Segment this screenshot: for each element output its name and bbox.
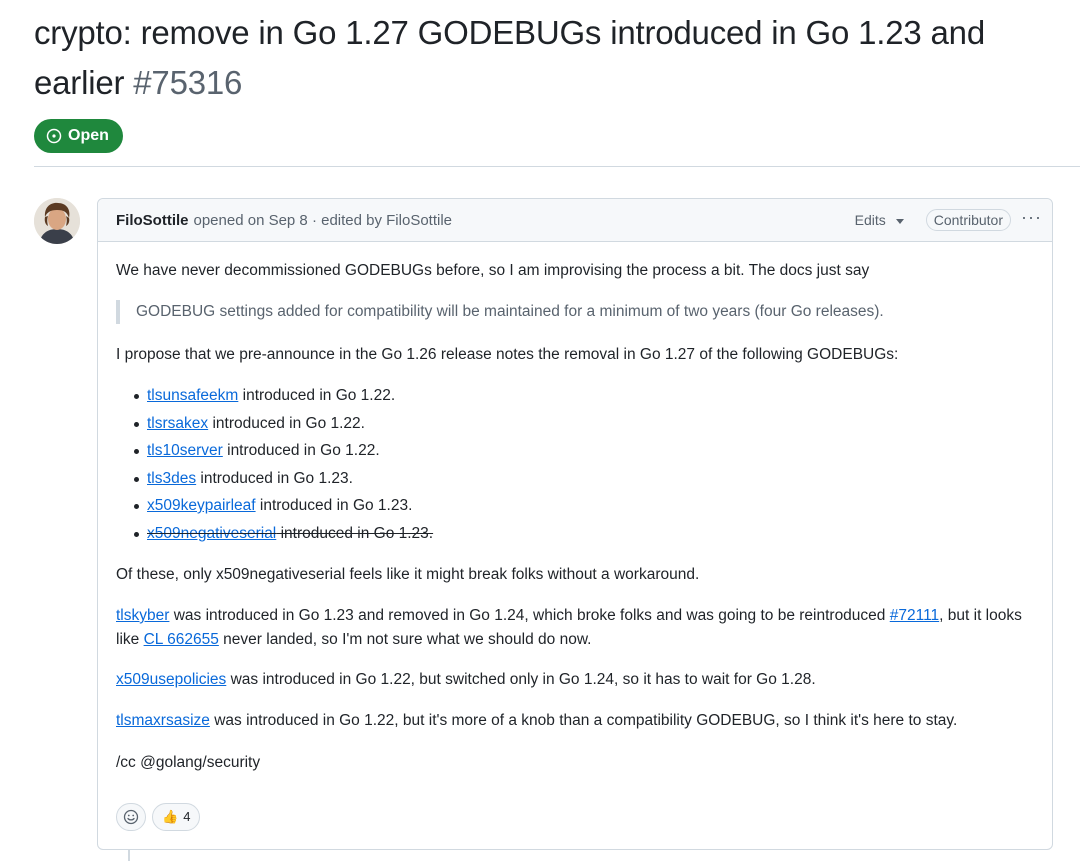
timeline-line: [128, 850, 130, 861]
godebug-link[interactable]: x509keypairleaf: [147, 497, 256, 514]
edits-dropdown[interactable]: Edits: [855, 212, 904, 228]
issue-72111-link[interactable]: #72111: [890, 607, 939, 624]
list-item-text: introduced in Go 1.23.: [255, 497, 413, 514]
list-item: tlsrsakex introduced in Go 1.22.: [116, 412, 433, 440]
list-item-text: introduced in Go 1.22.: [222, 442, 380, 459]
thumbs-up-count: 4: [183, 809, 191, 824]
paragraph-text: was introduced in Go 1.22, but it's more…: [209, 712, 958, 729]
kebab-menu-icon[interactable]: ···: [1021, 208, 1042, 232]
paragraph-text: was introduced in Go 1.22, but switched …: [226, 671, 816, 688]
godebug-link[interactable]: x509negativeserial: [147, 525, 276, 542]
godebug-link[interactable]: tlsrsakex: [147, 415, 208, 432]
paragraph-intro: We have never decommissioned GODEBUGs be…: [116, 262, 870, 279]
paragraph-text: never landed, so I'm not sure what we sh…: [218, 631, 592, 648]
thumbs-up-icon: 👍: [162, 809, 179, 824]
issue-opened-icon: [46, 128, 62, 144]
list-item-struck: x509negativeserial introduced in Go 1.23…: [116, 522, 433, 550]
list-item-text: introduced in Go 1.23.: [276, 524, 434, 542]
list-item-text: introduced in Go 1.22.: [208, 414, 365, 432]
cl-662655-link[interactable]: CL 662655: [144, 631, 219, 648]
blockquote-text: GODEBUG settings added for compatibility…: [136, 303, 884, 320]
bullet-icon: [134, 449, 139, 454]
comment-meta: opened on Sep 8 · edited by FiloSottile: [193, 211, 453, 229]
tlskyber-link[interactable]: tlskyber: [116, 607, 169, 624]
reactions-bar: 👍 4: [116, 803, 201, 831]
list-item-text: introduced in Go 1.22.: [238, 387, 396, 404]
issue-state-badge: Open: [34, 119, 123, 153]
godebug-list: tlsunsafeekm introduced in Go 1.22. tlsr…: [116, 384, 433, 549]
paragraph-tlsmaxrsasize: tlsmaxrsasize was introduced in Go 1.22,…: [116, 709, 957, 733]
godebug-link[interactable]: tls10server: [147, 442, 223, 459]
list-item: tls3des introduced in Go 1.23.: [116, 467, 433, 495]
list-item-text: introduced in Go 1.23.: [196, 469, 353, 487]
bullet-icon: [134, 476, 139, 482]
edits-label: Edits: [854, 212, 886, 228]
header-divider: [34, 166, 1080, 167]
blockquote: GODEBUG settings added for compatibility…: [116, 300, 884, 324]
paragraph-text: was introduced in Go 1.23 and removed in…: [169, 607, 890, 624]
paragraph-workaround: Of these, only x509negativeserial feels …: [116, 566, 700, 583]
paragraph-tlskyber: tlskyber was introduced in Go 1.23 and r…: [116, 604, 1036, 652]
godebug-link[interactable]: tls3des: [147, 470, 196, 487]
comment-author[interactable]: FiloSottile: [116, 212, 189, 229]
smiley-icon: [123, 809, 139, 825]
list-item: tlsunsafeekm introduced in Go 1.22.: [116, 384, 433, 412]
thumbs-up-reaction-button[interactable]: 👍 4: [152, 803, 201, 831]
chevron-down-icon: [895, 218, 904, 224]
paragraph-x509usepolicies: x509usepolicies was introduced in Go 1.2…: [116, 668, 816, 692]
list-item: tls10server introduced in Go 1.22.: [116, 439, 433, 467]
comment-header: FiloSottile opened on Sep 8 · edited by …: [98, 199, 1052, 242]
issue-comment: FiloSottile opened on Sep 8 · edited by …: [97, 198, 1053, 850]
issue-state-label: Open: [68, 127, 109, 144]
bullet-icon: [134, 421, 139, 427]
bullet-icon: [134, 394, 139, 399]
list-item: x509keypairleaf introduced in Go 1.23.: [116, 494, 433, 522]
bullet-icon: [134, 531, 139, 537]
bullet-icon: [134, 504, 139, 509]
paragraph-cc: /cc @golang/security: [116, 754, 261, 771]
avatar-image-icon: [34, 198, 80, 244]
author-avatar[interactable]: [34, 198, 80, 244]
issue-number: #75316: [133, 64, 243, 101]
issue-title: crypto: remove in Go 1.27 GODEBUGs intro…: [34, 8, 1064, 108]
godebug-link[interactable]: tlsunsafeekm: [147, 387, 238, 404]
x509usepolicies-link[interactable]: x509usepolicies: [116, 671, 226, 688]
paragraph-proposal: I propose that we pre-announce in the Go…: [116, 346, 899, 363]
add-reaction-button[interactable]: [116, 803, 146, 831]
tlsmaxrsasize-link[interactable]: tlsmaxrsasize: [116, 712, 210, 729]
contributor-badge: Contributor: [925, 209, 1012, 231]
